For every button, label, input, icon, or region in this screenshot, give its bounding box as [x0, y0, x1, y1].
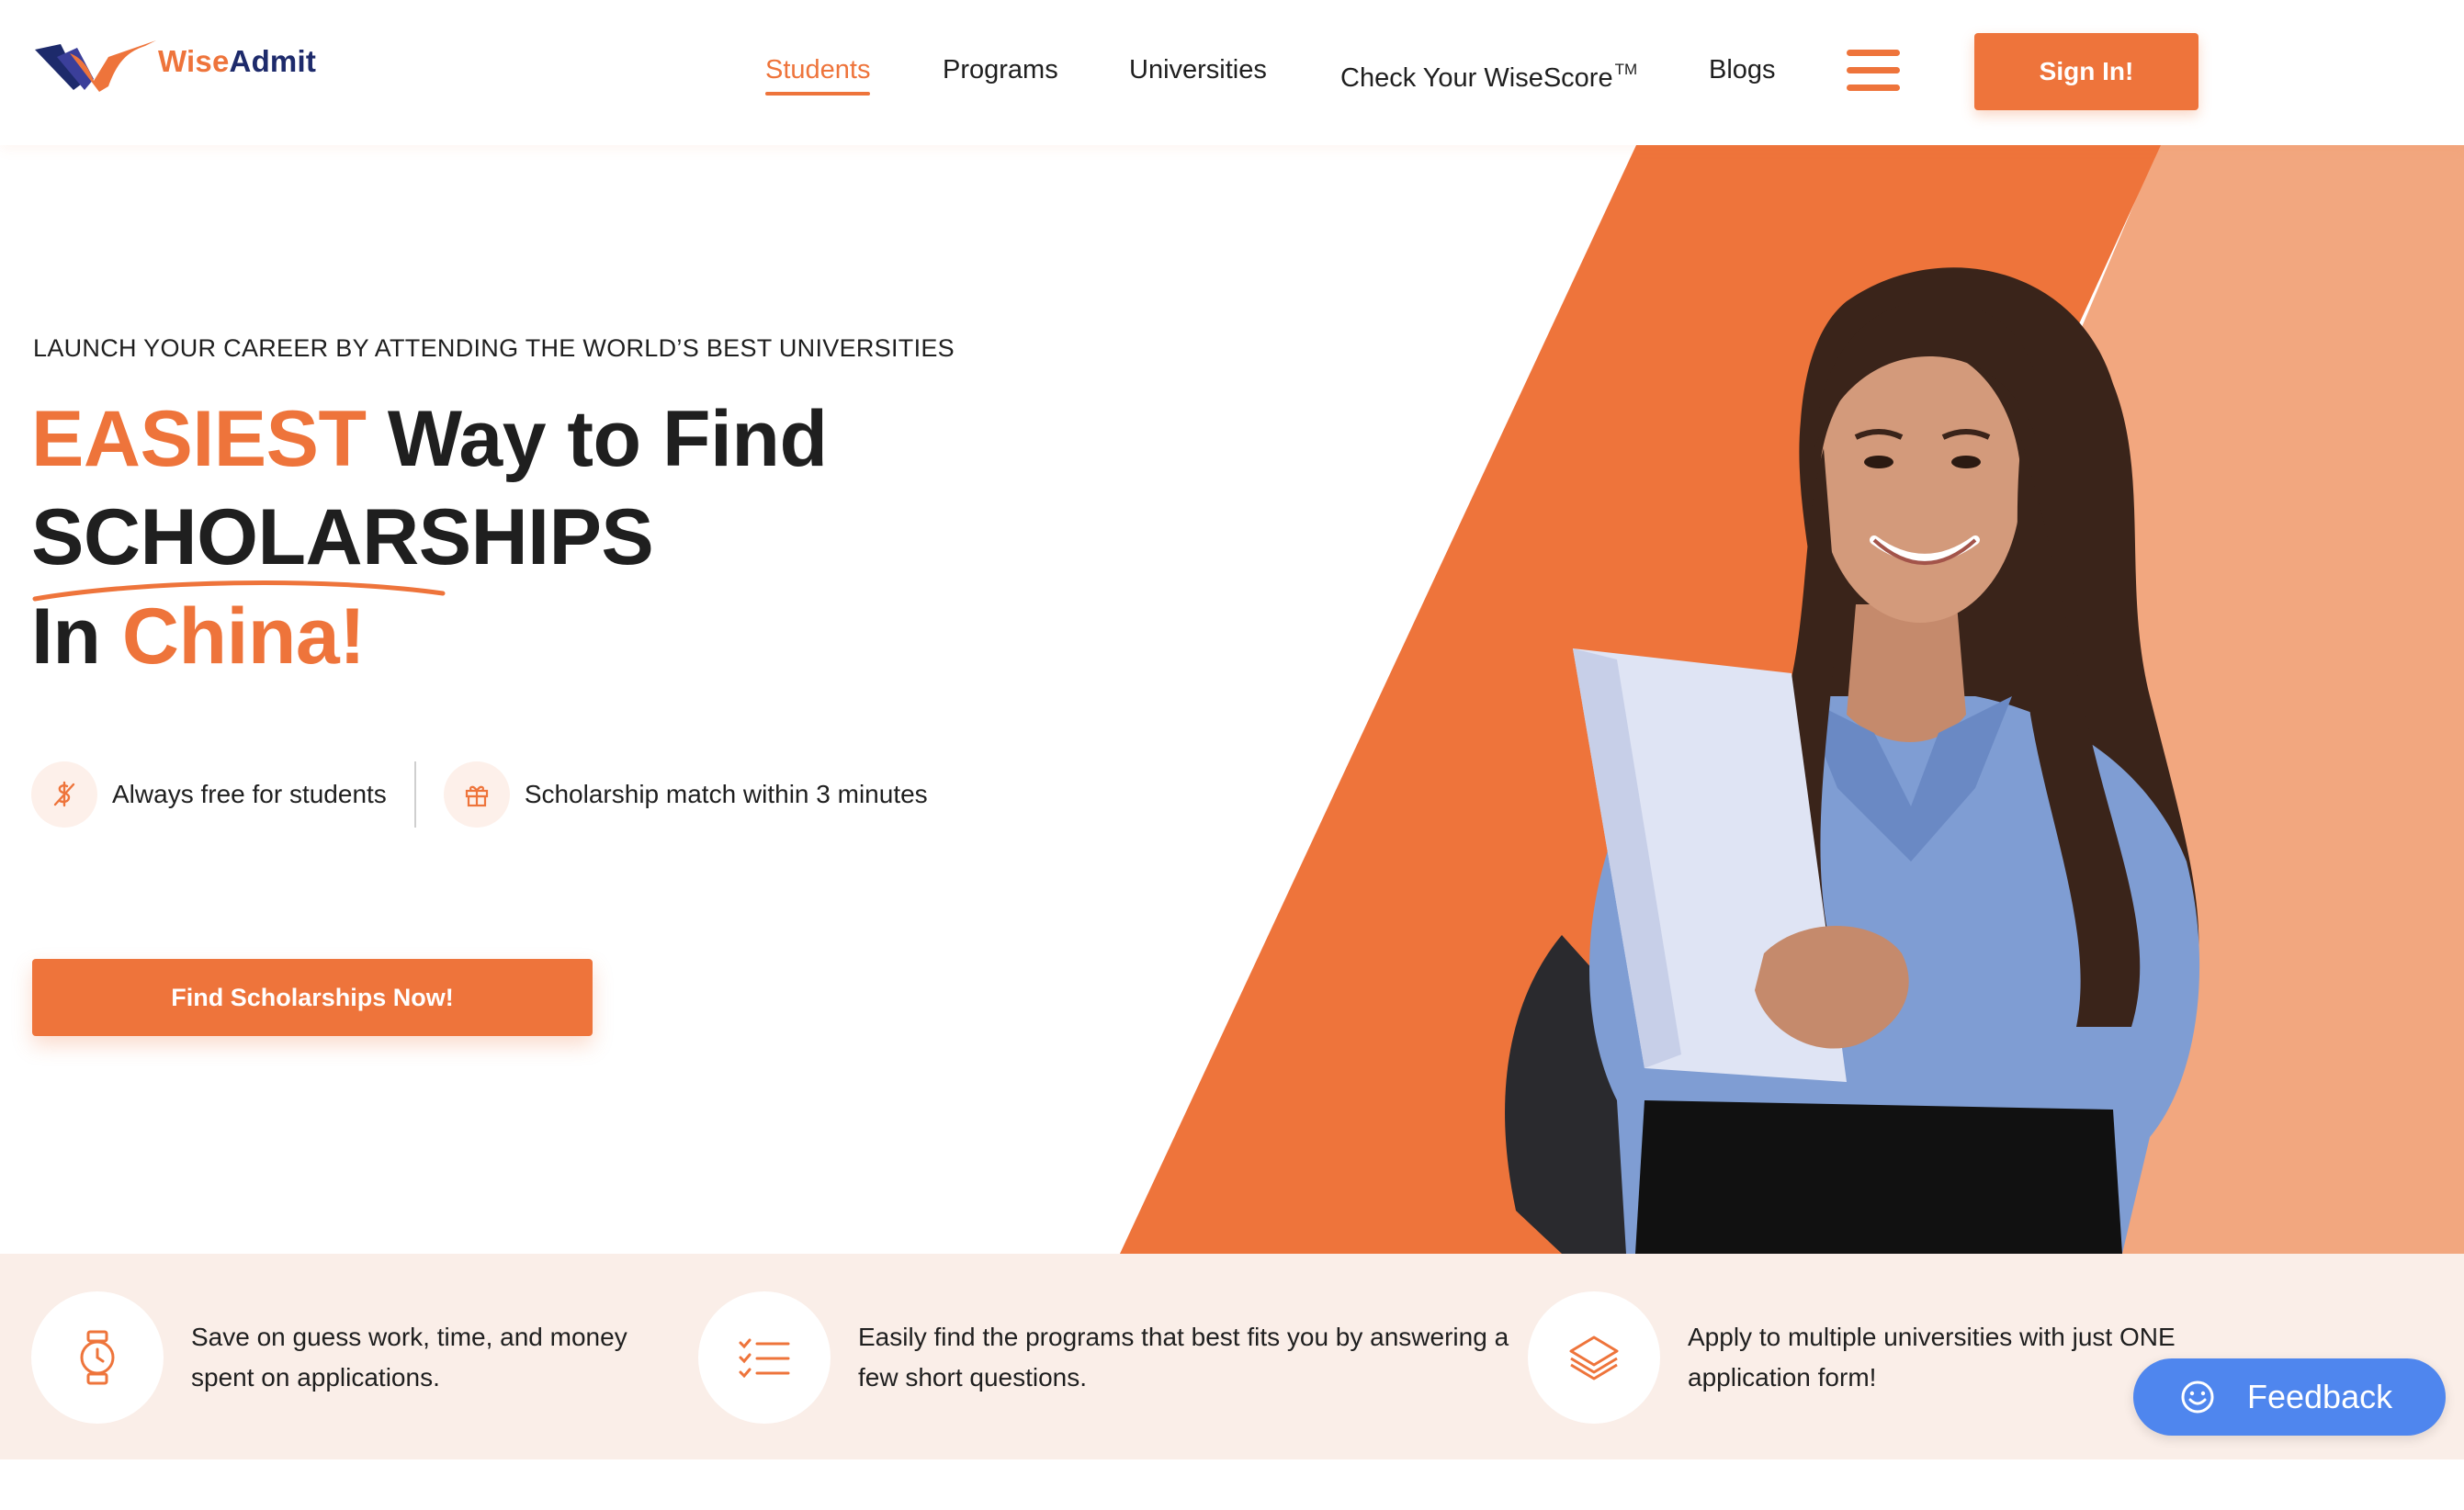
- nav-blogs[interactable]: Blogs: [1709, 46, 1776, 94]
- hero-eyebrow: LAUNCH YOUR CAREER BY ATTENDING THE WORL…: [33, 334, 955, 362]
- benefit-item: Save on guess work, time, and money spen…: [31, 1290, 669, 1425]
- hero-headline-line2: SCHOLARSHIPS: [31, 493, 654, 581]
- gift-icon: [443, 761, 510, 828]
- smiley-icon: [2181, 1380, 2214, 1414]
- nav-students[interactable]: Students: [765, 46, 871, 96]
- benefits-strip: Save on guess work, time, and money spen…: [0, 1254, 2464, 1459]
- hero-background: [1120, 145, 2464, 1254]
- benefit-item: Easily find the programs that best fits …: [698, 1290, 1529, 1425]
- watch-icon: [31, 1291, 164, 1424]
- brand-name-wise: Wise: [158, 44, 230, 78]
- benefit-text-programs: Easily find the programs that best fits …: [858, 1323, 1509, 1392]
- brand-logo[interactable]: WiseAdmit: [33, 35, 327, 96]
- layers-icon: [1528, 1291, 1660, 1424]
- headline-rest: Way to Find: [387, 395, 828, 483]
- hamburger-menu-icon[interactable]: [1847, 50, 1900, 92]
- benefit-text-save: Save on guess work, time, and money spen…: [191, 1323, 627, 1392]
- hero-headline-line3: In China!: [31, 591, 366, 682]
- find-scholarships-button[interactable]: Find Scholarships Now!: [32, 959, 593, 1036]
- trademark-superscript: TM: [1614, 61, 1638, 78]
- feedback-button[interactable]: Feedback: [2133, 1358, 2446, 1436]
- nav-check-wisescore[interactable]: Check Your WiseScore TM: [1340, 46, 1637, 102]
- feedback-label: Feedback: [2247, 1378, 2393, 1415]
- brand-name-admit: Admit: [229, 44, 317, 78]
- money-off-icon: [31, 761, 97, 828]
- nav-check-wisescore-label: Check Your WiseScore: [1340, 63, 1613, 93]
- hero-section: LAUNCH YOUR CAREER BY ATTENDING THE WORL…: [0, 145, 2464, 1254]
- feature-match-text: Scholarship match within 3 minutes: [524, 780, 928, 808]
- hero-headline-line1: EASIEST Way to Find: [31, 393, 828, 485]
- feature-free-text: Always free for students: [112, 780, 387, 808]
- headline-highlight: EASIEST: [31, 395, 367, 483]
- site-header: WiseAdmit Students Programs Universities…: [0, 0, 2464, 145]
- nav-universities[interactable]: Universities: [1129, 46, 1267, 94]
- headline-country: China!: [121, 592, 366, 681]
- headline-in: In: [31, 592, 101, 681]
- feature-divider: [413, 761, 416, 828]
- logo-mark-icon: [35, 40, 156, 92]
- checklist-icon: [698, 1291, 831, 1424]
- sign-in-button[interactable]: Sign In!: [1974, 33, 2198, 110]
- benefit-item: Apply to multiple universities with just…: [1528, 1290, 2221, 1425]
- nav-programs[interactable]: Programs: [943, 46, 1058, 94]
- brand-name: WiseAdmit: [158, 44, 316, 79]
- hero-features: Always free for students Scholarship mat…: [31, 761, 928, 828]
